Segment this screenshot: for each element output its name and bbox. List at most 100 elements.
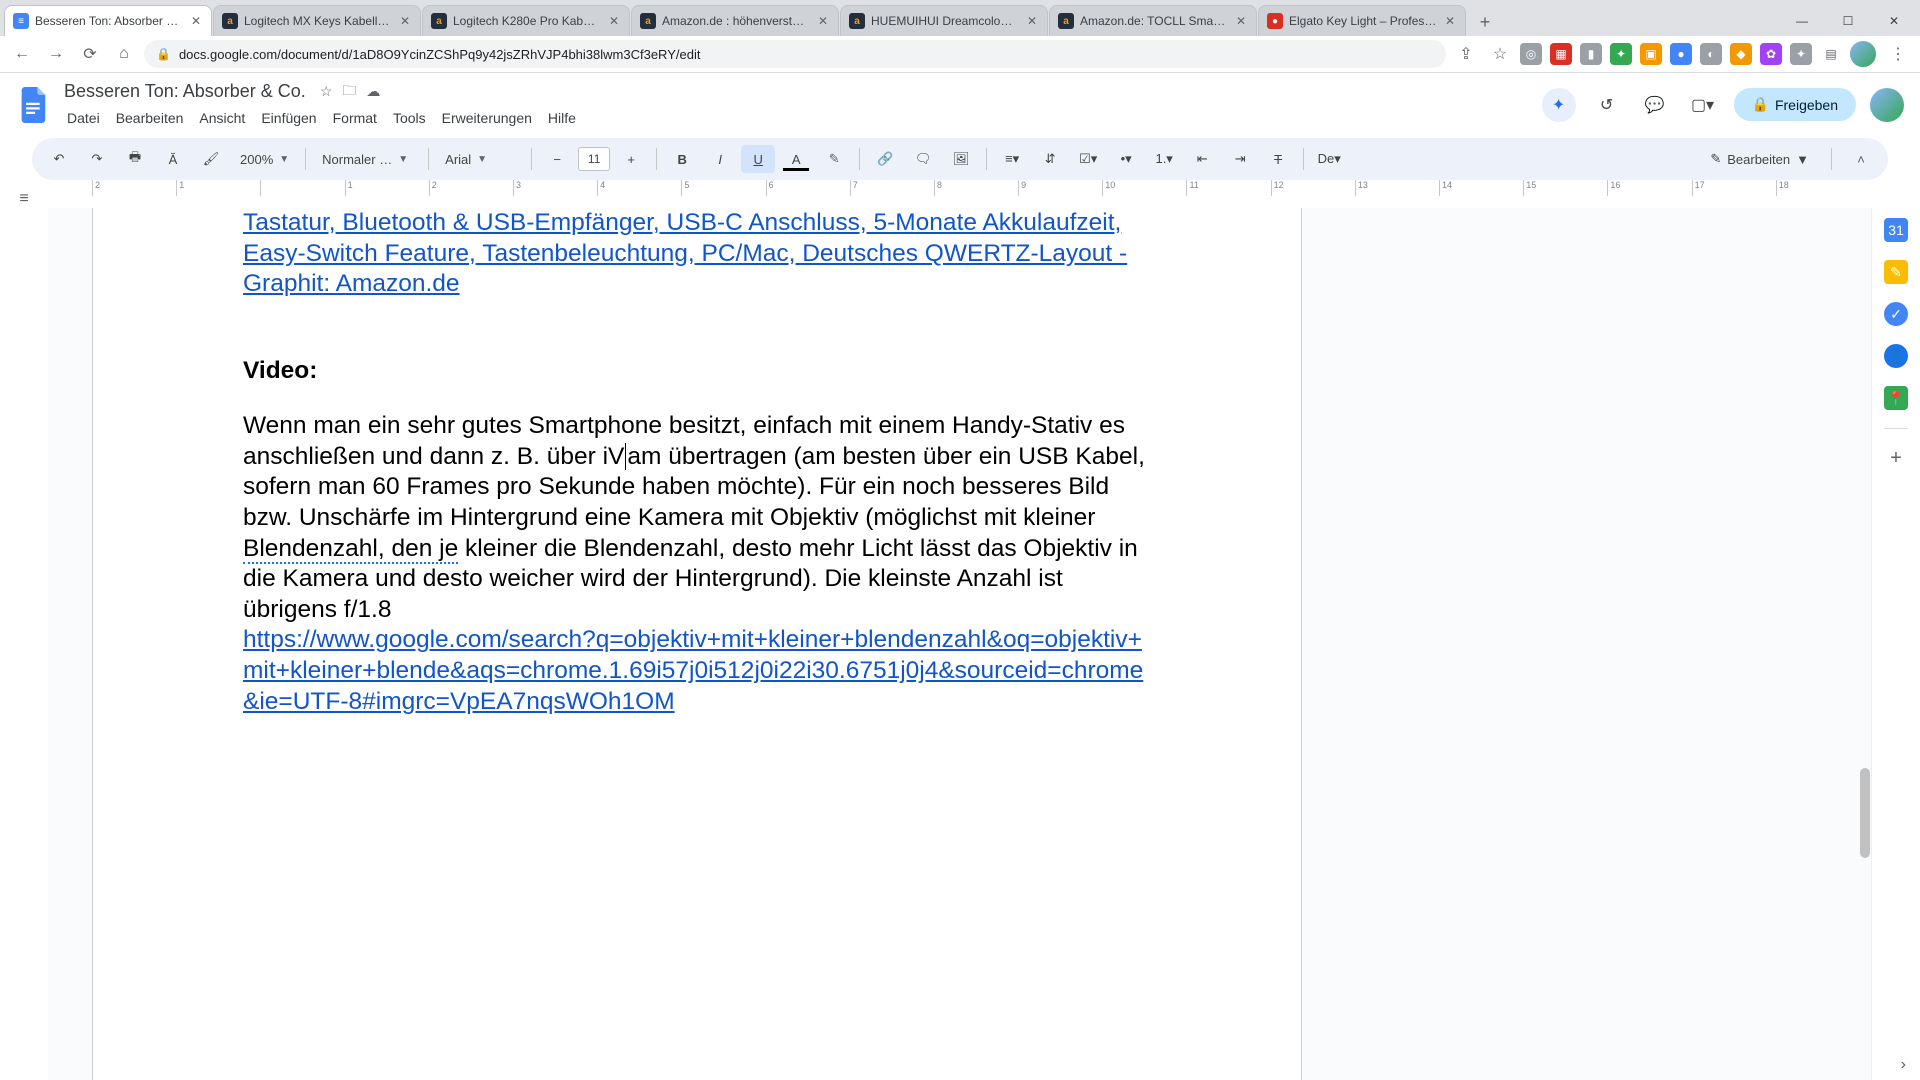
tasks-icon[interactable]: ✓ xyxy=(1884,302,1908,326)
close-icon[interactable]: ✕ xyxy=(1025,14,1039,28)
insert-image-button[interactable]: 🖼 xyxy=(944,145,978,173)
underline-button[interactable]: U xyxy=(741,145,775,173)
menu-edit[interactable]: Bearbeiten xyxy=(109,106,191,130)
menu-view[interactable]: Ansicht xyxy=(192,106,252,130)
insert-link-button[interactable]: 🔗 xyxy=(868,145,902,173)
collapse-toolbar-button[interactable]: ˄ xyxy=(1844,145,1878,173)
extension-icon[interactable]: ◆ xyxy=(1730,43,1752,65)
bookmark-star-icon[interactable]: ☆ xyxy=(1486,40,1514,68)
extension-icon[interactable]: ◐ xyxy=(1700,43,1722,65)
horizontal-ruler[interactable]: 21123456789101112131415161718 xyxy=(48,180,1920,196)
share-button[interactable]: 🔒 Freigeben xyxy=(1734,88,1856,121)
document-title[interactable]: Besseren Ton: Absorber & Co. xyxy=(60,79,310,104)
address-bar[interactable]: 🔒 docs.google.com/document/d/1aD8O9YcinZ… xyxy=(144,40,1446,68)
hide-side-panel-button[interactable]: › xyxy=(1901,1056,1906,1074)
checklist-button[interactable]: ☑▾ xyxy=(1071,145,1105,173)
decrease-indent-button[interactable]: ⇤ xyxy=(1185,145,1219,173)
meet-icon[interactable]: ▢▾ xyxy=(1686,88,1720,122)
new-tab-button[interactable]: + xyxy=(1471,8,1499,36)
align-button[interactable]: ≡▾ xyxy=(995,145,1029,173)
menu-help[interactable]: Hilfe xyxy=(541,106,583,130)
document-page[interactable]: Tastatur, Bluetooth & USB-Empfänger, USB… xyxy=(92,208,1302,1080)
redo-button[interactable]: ↷ xyxy=(80,145,114,173)
history-icon[interactable]: ↺ xyxy=(1590,88,1624,122)
document-canvas[interactable]: Tastatur, Bluetooth & USB-Empfänger, USB… xyxy=(48,208,1871,1080)
reload-button[interactable]: ⟳ xyxy=(76,40,104,68)
browser-tab[interactable]: a Amazon.de: TOCLL Smart Tisch ✕ xyxy=(1049,5,1257,36)
text-color-button[interactable]: A xyxy=(779,145,813,173)
bulleted-list-button[interactable]: •▾ xyxy=(1109,145,1143,173)
browser-tab[interactable]: a HUEMUIHUI Dreamcolour LED St ✕ xyxy=(840,5,1048,36)
increase-font-button[interactable]: + xyxy=(614,145,648,173)
editing-mode-select[interactable]: ✎ Bearbeiten ▼ xyxy=(1700,145,1819,173)
maps-icon[interactable]: 📍 xyxy=(1884,386,1908,410)
cloud-status-icon[interactable]: ☁ xyxy=(366,83,380,100)
spellcheck-button[interactable]: Ă xyxy=(156,145,190,173)
browser-menu-icon[interactable]: ⋮ xyxy=(1884,40,1912,68)
contacts-icon[interactable]: 👤 xyxy=(1884,344,1908,368)
extension-icon[interactable]: ▮ xyxy=(1580,43,1602,65)
menu-format[interactable]: Format xyxy=(326,106,384,130)
menu-extensions[interactable]: Erweiterungen xyxy=(435,106,539,130)
calendar-icon[interactable]: 31 xyxy=(1884,218,1908,242)
extension-icon[interactable]: ✿ xyxy=(1760,43,1782,65)
input-tools-button[interactable]: De▾ xyxy=(1312,145,1346,173)
move-folder-icon[interactable]: 🗀 xyxy=(342,80,356,104)
clear-formatting-button[interactable]: T xyxy=(1261,145,1295,173)
add-on-plus-icon[interactable]: + xyxy=(1890,447,1902,470)
keep-icon[interactable]: ✎ xyxy=(1884,260,1908,284)
bold-button[interactable]: B xyxy=(665,145,699,173)
numbered-list-button[interactable]: 1.▾ xyxy=(1147,145,1181,173)
extension-icon[interactable]: ▣ xyxy=(1640,43,1662,65)
vertical-ruler[interactable] xyxy=(0,208,48,1080)
gemini-icon[interactable]: ✦ xyxy=(1542,88,1576,122)
menu-file[interactable]: Datei xyxy=(60,106,107,130)
side-panel-icon[interactable]: ▤ xyxy=(1820,43,1842,65)
account-avatar[interactable] xyxy=(1870,88,1904,122)
menu-tools[interactable]: Tools xyxy=(386,106,433,130)
decrease-font-button[interactable]: − xyxy=(540,145,574,173)
browser-profile-avatar[interactable] xyxy=(1848,39,1878,69)
content-link[interactable]: https://www.google.com/search?q=objektiv… xyxy=(243,626,1143,714)
browser-tab[interactable]: a Logitech K280e Pro Kabelgebu ✕ xyxy=(422,5,630,36)
extension-icon[interactable]: ▦ xyxy=(1550,43,1572,65)
extensions-menu-icon[interactable]: ✦ xyxy=(1790,43,1812,65)
document-outline-icon[interactable]: ≡ xyxy=(19,190,28,208)
font-size-input[interactable]: 11 xyxy=(578,147,610,171)
extension-icon[interactable]: ◎ xyxy=(1520,43,1542,65)
close-icon[interactable]: ✕ xyxy=(816,14,830,28)
minimize-button[interactable]: — xyxy=(1780,6,1824,36)
zoom-select[interactable]: 200%▼ xyxy=(232,145,297,173)
paint-format-button[interactable]: 🖌 xyxy=(194,145,228,173)
increase-indent-button[interactable]: ⇥ xyxy=(1223,145,1257,173)
undo-button[interactable]: ↶ xyxy=(42,145,76,173)
close-window-button[interactable]: ✕ xyxy=(1872,6,1916,36)
maximize-button[interactable]: ☐ xyxy=(1826,6,1870,36)
close-icon[interactable]: ✕ xyxy=(1234,14,1248,28)
menu-insert[interactable]: Einfügen xyxy=(254,106,323,130)
insert-comment-button[interactable]: 🗨 xyxy=(906,145,940,173)
close-icon[interactable]: ✕ xyxy=(398,14,412,28)
home-button[interactable]: ⌂ xyxy=(110,40,138,68)
browser-tab[interactable]: a Logitech MX Keys Kabellose Ta ✕ xyxy=(213,5,421,36)
highlight-color-button[interactable]: ✎ xyxy=(817,145,851,173)
back-button[interactable]: ← xyxy=(8,40,36,68)
close-icon[interactable]: ✕ xyxy=(189,14,203,28)
share-page-icon[interactable]: ⇪ xyxy=(1452,40,1480,68)
comments-icon[interactable]: 💬 xyxy=(1638,88,1672,122)
extension-icon[interactable]: ● xyxy=(1670,43,1692,65)
browser-tab[interactable]: a Amazon.de : höhenverstellbare ✕ xyxy=(631,5,839,36)
browser-tab[interactable]: ● Elgato Key Light – Professionell ✕ xyxy=(1258,5,1466,36)
italic-button[interactable]: I xyxy=(703,145,737,173)
docs-logo-icon[interactable] xyxy=(16,87,52,123)
font-family-select[interactable]: Arial▼ xyxy=(437,145,523,173)
line-spacing-button[interactable]: ⇵ xyxy=(1033,145,1067,173)
print-button[interactable]: 🖶 xyxy=(118,145,152,173)
forward-button[interactable]: → xyxy=(42,40,70,68)
browser-tab[interactable]: ≡ Besseren Ton: Absorber & Co. ✕ xyxy=(4,5,212,36)
star-icon[interactable]: ☆ xyxy=(320,83,333,100)
paragraph-style-select[interactable]: Normaler …▼ xyxy=(314,145,420,173)
extension-icon[interactable]: ✦ xyxy=(1610,43,1632,65)
close-icon[interactable]: ✕ xyxy=(607,14,621,28)
scrollbar-thumb[interactable] xyxy=(1860,768,1870,858)
